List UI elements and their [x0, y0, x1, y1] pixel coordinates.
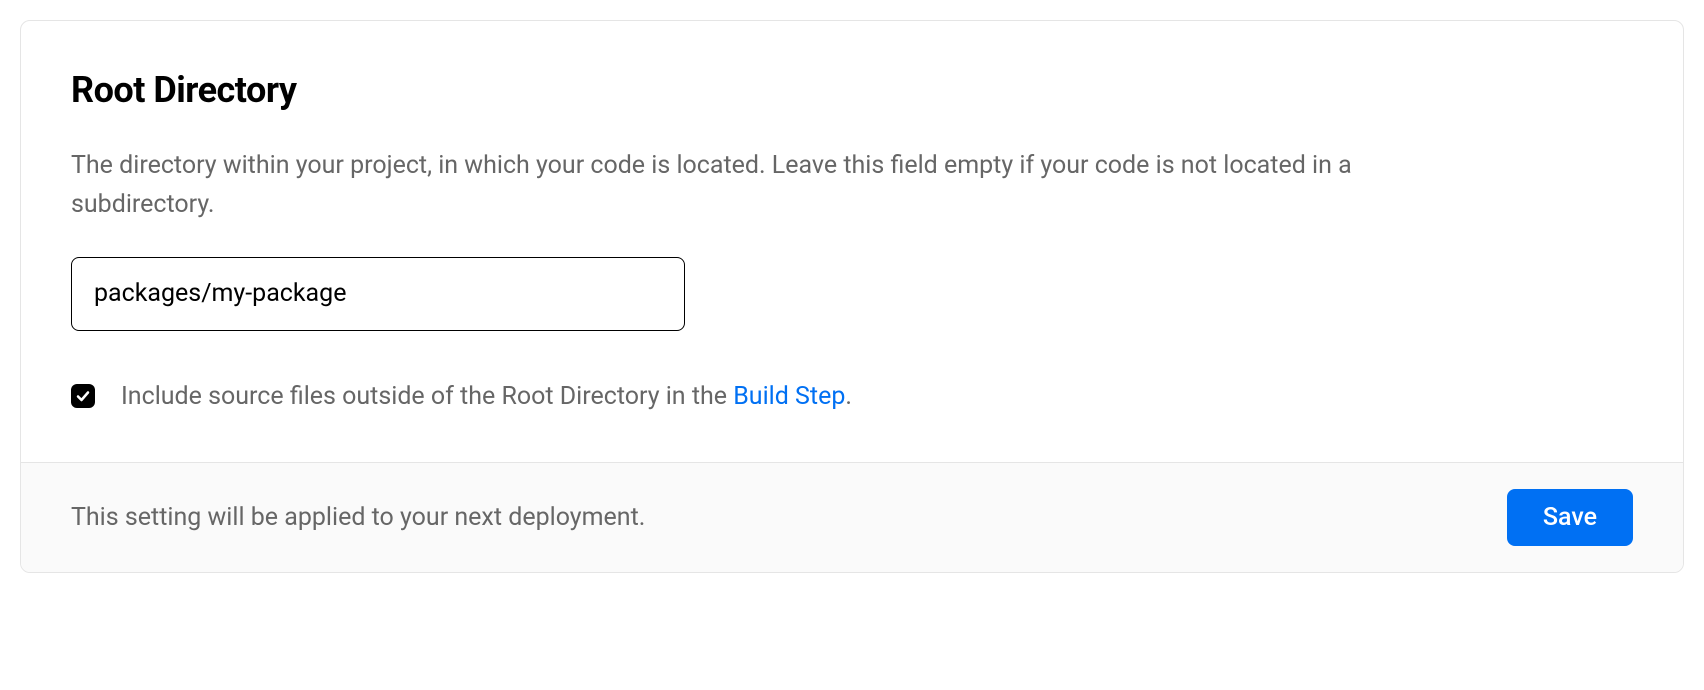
- include-sources-label: Include source files outside of the Root…: [121, 379, 852, 414]
- footer-note: This setting will be applied to your nex…: [71, 503, 645, 532]
- save-button[interactable]: Save: [1507, 489, 1633, 546]
- card-body: Root Directory The directory within your…: [21, 21, 1683, 462]
- root-directory-card: Root Directory The directory within your…: [20, 20, 1684, 573]
- label-text-before: Include source files outside of the Root…: [121, 382, 733, 411]
- include-sources-row: Include source files outside of the Root…: [71, 379, 1633, 414]
- build-step-link[interactable]: Build Step: [733, 382, 845, 411]
- card-title: Root Directory: [71, 69, 1633, 111]
- label-text-after: .: [845, 382, 852, 411]
- include-sources-checkbox-wrapper: [71, 384, 95, 408]
- card-footer: This setting will be applied to your nex…: [21, 462, 1683, 572]
- root-directory-input[interactable]: [71, 257, 685, 331]
- card-description: The directory within your project, in wh…: [71, 147, 1471, 225]
